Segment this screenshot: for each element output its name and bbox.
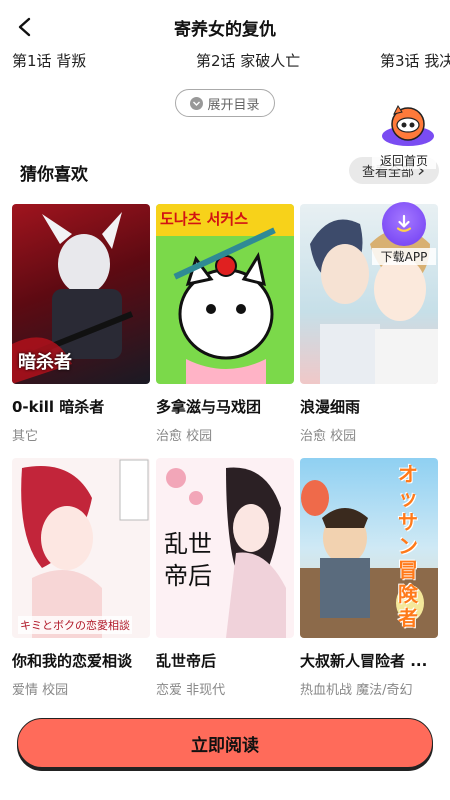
comic-tags: 恋爱 非现代 (156, 683, 226, 698)
expand-catalog-button[interactable]: 展开目录 (175, 89, 275, 117)
chapter-item[interactable]: 第1话 背叛 (12, 50, 86, 71)
page-title: 寄养女的复仇 (174, 20, 276, 40)
comic-card[interactable]: 暗杀者 0-kill 暗杀者 其它 (12, 204, 150, 444)
cover-title: オッサン冒険者 (398, 462, 418, 630)
comic-title: 浪漫细雨 (300, 398, 361, 416)
cover-title: 乱世帝后 (164, 530, 212, 590)
comic-cover: オッサン冒険者 (300, 458, 438, 638)
cover-title: 도나츠 서커스 (160, 210, 249, 228)
chapter-item[interactable]: 第3话 我决 (380, 50, 450, 71)
comic-tags: 其它 (12, 429, 39, 444)
download-app-label: 下载APP (372, 248, 436, 265)
chevron-down-icon (190, 96, 204, 110)
section-title: 猜你喜欢 (20, 165, 88, 185)
cover-title: 暗杀者 (18, 352, 72, 373)
comic-cover: 도나츠 서커스 (156, 204, 294, 384)
comic-tags: 治愈 校园 (300, 429, 357, 444)
comic-tags: 热血机战 魔法/奇幻 (300, 683, 413, 698)
comic-title: 0-kill 暗杀者 (12, 398, 105, 416)
comic-tags: 爱情 校园 (12, 683, 69, 698)
comic-cover: 乱世帝后 (156, 458, 294, 638)
download-icon (382, 202, 426, 246)
comic-cover: 暗杀者 (12, 204, 150, 384)
comic-title: 多拿滋与马戏团 (156, 398, 262, 416)
back-to-home-button[interactable]: 返回首页 (372, 102, 436, 170)
comic-title: 你和我的恋爱相谈 (12, 652, 133, 670)
mascot-icon (380, 102, 434, 146)
comic-card[interactable]: オッサン冒険者 大叔新人冒险者 ... 热血机战 魔法/奇幻 (300, 458, 438, 698)
comic-card[interactable]: 乱世帝后 乱世帝后 恋爱 非现代 (156, 458, 294, 698)
expand-catalog-label: 展开目录 (207, 97, 260, 113)
cover-title: キミとボクの恋愛相談 (18, 616, 132, 634)
header-bar: 寄养女的复仇 (0, 0, 450, 50)
comic-card[interactable]: キミとボクの恋愛相談 你和我的恋爱相谈 爱情 校园 (12, 458, 150, 698)
read-now-label: 立即阅读 (191, 735, 259, 756)
comic-card[interactable]: 도나츠 서커스 多拿滋与马戏团 治愈 校园 (156, 204, 294, 444)
chapter-item[interactable]: 第2话 家破人亡 (196, 50, 300, 71)
comic-tags: 治愈 校园 (156, 429, 213, 444)
back-to-home-label: 返回首页 (372, 152, 436, 169)
download-app-button[interactable]: 下载APP (372, 200, 436, 265)
chapter-list: 第1话 背叛 第2话 家破人亡 第3话 我决 (0, 50, 450, 74)
read-now-button[interactable]: 立即阅读 (17, 718, 433, 768)
comic-title: 大叔新人冒险者 ... (300, 652, 428, 670)
comic-title: 乱世帝后 (156, 652, 217, 670)
comic-cover: キミとボクの恋愛相談 (12, 458, 150, 638)
